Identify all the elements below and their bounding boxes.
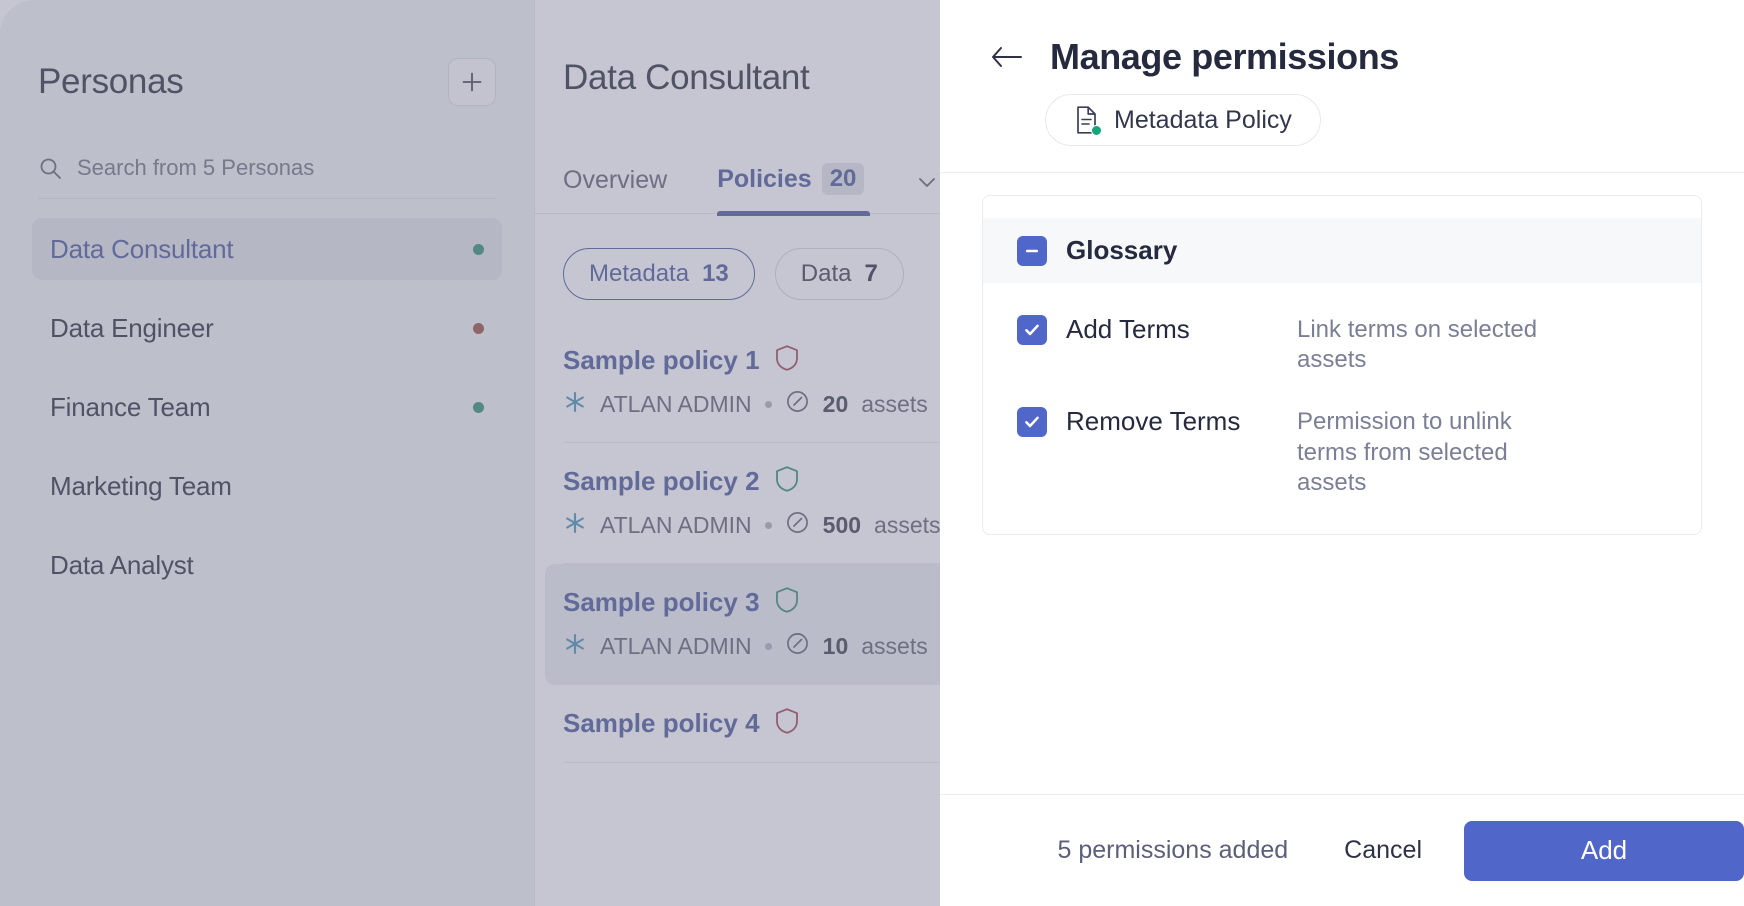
permission-left: Remove Terms: [1017, 407, 1297, 437]
add-terms-checkbox[interactable]: [1017, 315, 1047, 345]
arrow-left-icon[interactable]: [990, 44, 1024, 70]
app-root: Personas: [0, 0, 1744, 906]
panel-header: Manage permissions Metadata Policy: [940, 0, 1744, 173]
cancel-button[interactable]: Cancel: [1344, 836, 1422, 865]
status-dot: [1091, 125, 1102, 136]
permissions-added-status: 5 permissions added: [1057, 836, 1288, 865]
remove-terms-checkbox[interactable]: [1017, 407, 1047, 437]
panel-body: Glossary Add Terms Link terms on s: [940, 173, 1744, 794]
panel-footer: 5 permissions added Cancel Add: [940, 794, 1744, 906]
glossary-group-checkbox[interactable]: [1017, 236, 1047, 266]
permission-group-card: Glossary Add Terms Link terms on s: [982, 195, 1702, 535]
permission-description: Link terms on selected assets: [1297, 315, 1549, 375]
document-policy-icon: [1074, 105, 1100, 135]
permission-row[interactable]: Remove Terms Permission to unlink terms …: [983, 387, 1701, 510]
permission-label: Add Terms: [1066, 315, 1190, 345]
panel-header-row: Manage permissions: [940, 36, 1744, 78]
add-button[interactable]: Add: [1464, 821, 1744, 881]
permission-left: Add Terms: [1017, 315, 1297, 345]
policy-chip-wrap: Metadata Policy: [940, 94, 1744, 146]
permission-group-title: Glossary: [1066, 235, 1177, 266]
policy-chip-label: Metadata Policy: [1114, 106, 1292, 135]
permission-label: Remove Terms: [1066, 407, 1240, 437]
permission-description: Permission to unlink terms from selected…: [1297, 407, 1549, 498]
panel-title: Manage permissions: [1050, 36, 1399, 78]
policy-type-chip: Metadata Policy: [1045, 94, 1321, 146]
permission-group-header[interactable]: Glossary: [983, 218, 1701, 283]
card-top-spacer: [983, 196, 1701, 218]
permission-rows: Add Terms Link terms on selected assets …: [983, 283, 1701, 534]
manage-permissions-panel: Manage permissions Metadata Policy: [940, 0, 1744, 906]
permission-row[interactable]: Add Terms Link terms on selected assets: [983, 295, 1701, 387]
